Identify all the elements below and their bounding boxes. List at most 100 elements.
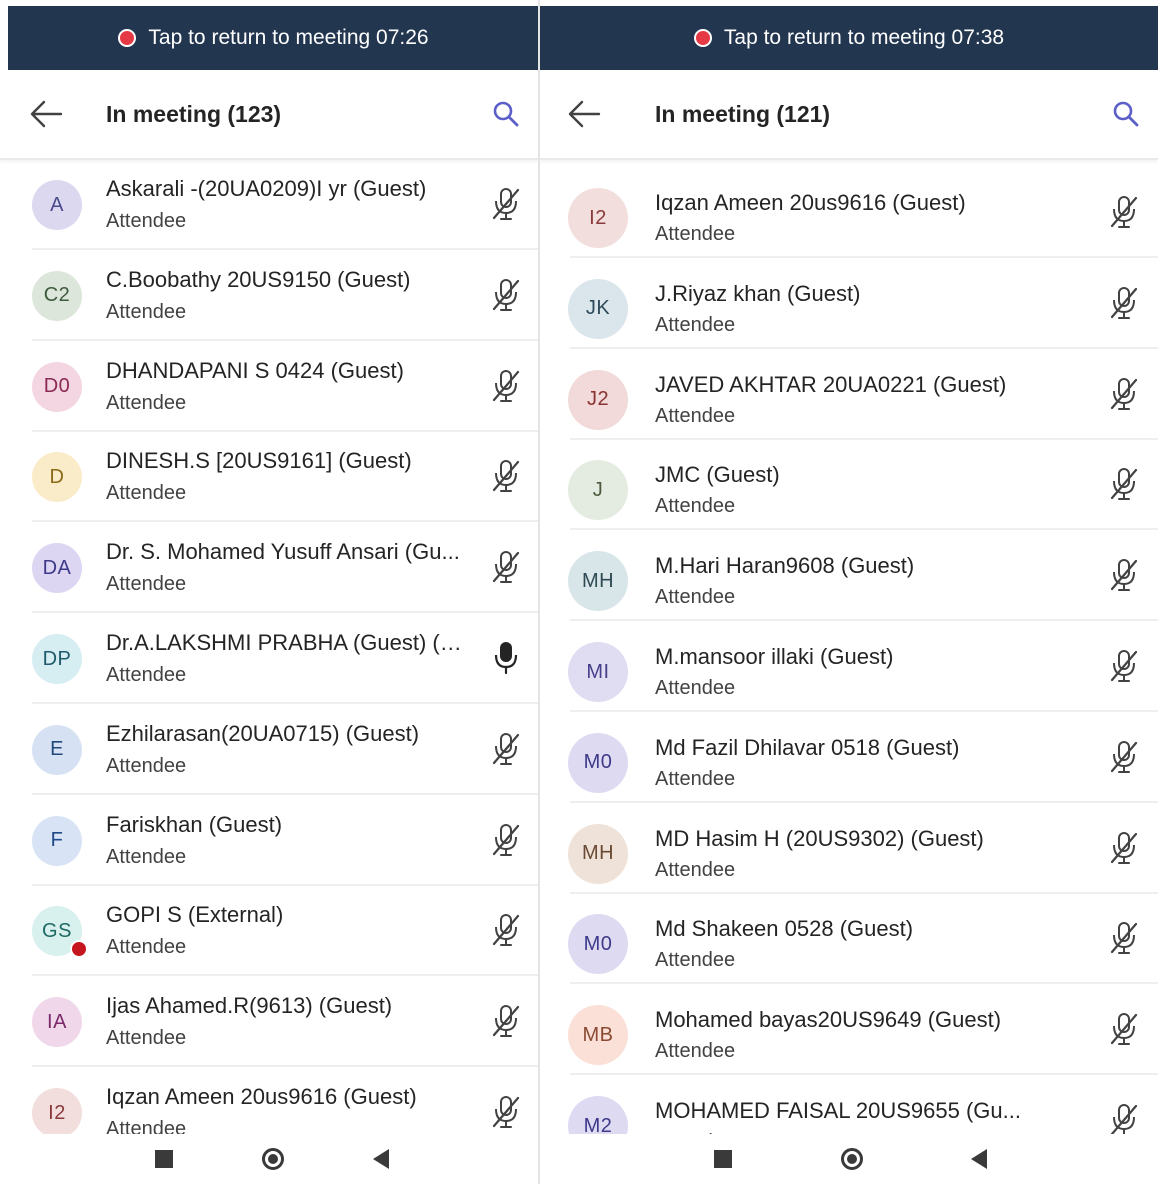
avatar: IA xyxy=(32,997,82,1048)
row-separator xyxy=(570,710,1158,712)
mic-off-icon[interactable] xyxy=(1108,557,1140,593)
row-separator xyxy=(570,891,1158,894)
avatar-initials: MH xyxy=(581,569,615,592)
mic-off-icon[interactable] xyxy=(490,368,522,404)
participant-row[interactable]: M0 Md Shakeen 0528 (Guest) Attendee xyxy=(540,894,1158,985)
avatar-initials: IA xyxy=(47,1010,67,1033)
recents-square-icon[interactable] xyxy=(155,1150,173,1168)
avatar: C2 xyxy=(32,270,82,321)
participant-row[interactable]: DP Dr.A.LAKSHMI PRABHA (Guest) (G... Atten… xyxy=(0,614,539,704)
mic-off-icon[interactable] xyxy=(490,822,522,858)
back-button[interactable] xyxy=(564,92,604,136)
mic-off-icon[interactable] xyxy=(490,549,522,585)
avatar: M0 xyxy=(568,732,628,793)
back-triangle-icon[interactable] xyxy=(971,1149,987,1169)
avatar: D xyxy=(32,452,82,503)
recents-square-icon[interactable] xyxy=(714,1150,732,1168)
participant-role: Attendee xyxy=(655,677,736,699)
mic-off-icon[interactable] xyxy=(490,458,522,494)
mic-off-icon[interactable] xyxy=(1108,285,1140,321)
participant-row[interactable]: J2 JAVED AKHTAR 20UA0221 (Guest) Attendee xyxy=(540,350,1158,440)
participant-row[interactable]: MI M.mansoor illaki (Guest) Attendee xyxy=(540,622,1158,712)
participant-row[interactable]: IA Ijas Ahamed.R(9613) (Guest) Attendee xyxy=(0,977,539,1068)
return-to-meeting-banner[interactable]: Tap to return to meeting 07:38 xyxy=(540,6,1158,70)
page-title: In meeting (121) xyxy=(655,101,831,127)
avatar-initials: J xyxy=(592,478,604,501)
mic-off-icon[interactable] xyxy=(490,277,522,313)
participant-row[interactable]: J JMC (Guest) Attendee xyxy=(540,440,1158,531)
row-separator xyxy=(32,429,539,432)
mic-off-icon[interactable] xyxy=(1108,1102,1140,1134)
avatar: MB xyxy=(568,1005,628,1066)
participant-role: Attendee xyxy=(106,1118,187,1134)
participant-role: Attendee xyxy=(655,586,736,609)
search-button[interactable] xyxy=(486,94,526,134)
mic-off-icon[interactable] xyxy=(490,912,522,948)
back-triangle-icon[interactable] xyxy=(373,1149,389,1169)
participant-row[interactable]: MH MD Hasim H (20US9302) (Guest) Attendee xyxy=(540,804,1158,894)
avatar-initials: I2 xyxy=(589,206,607,229)
mic-off-icon[interactable] xyxy=(1108,194,1140,230)
avatar-initials: M0 xyxy=(583,751,613,774)
row-separator xyxy=(570,800,1158,803)
participant-row[interactable]: C2 C.Boobathy 20US9150 (Guest) Attendee xyxy=(0,251,539,341)
home-circle-icon[interactable] xyxy=(841,1148,863,1170)
avatar: M2 xyxy=(568,1096,628,1134)
participant-name: Md Shakeen 0528 (Guest) xyxy=(655,916,914,942)
row-separator xyxy=(32,792,539,795)
row-separator xyxy=(570,346,1158,349)
mic-icon[interactable] xyxy=(490,640,522,676)
avatar: J2 xyxy=(568,369,628,430)
home-circle-icon[interactable] xyxy=(262,1148,284,1170)
row-separator xyxy=(32,248,539,250)
avatar-initials: M2 xyxy=(583,1114,613,1135)
search-button[interactable] xyxy=(1106,94,1146,134)
system-nav-bar xyxy=(540,1134,1158,1184)
mic-off-icon[interactable] xyxy=(490,1094,522,1130)
participant-row[interactable]: I2 Iqzan Ameen 20us9616 (Guest) Attendee xyxy=(540,168,1158,258)
presence-busy-icon xyxy=(70,940,88,959)
mic-off-icon[interactable] xyxy=(1108,466,1140,502)
mic-off-icon[interactable] xyxy=(1108,376,1140,412)
participant-name: M.Hari Haran9608 (Guest) xyxy=(655,553,915,579)
participant-row[interactable]: D0 DHANDAPANI S 0424 (Guest) Attendee xyxy=(0,342,539,432)
mic-off-icon[interactable] xyxy=(490,1003,522,1039)
mic-off-icon[interactable] xyxy=(1108,830,1140,866)
participant-row[interactable]: E Ezhilarasan(20UA0715) (Guest) Attendee xyxy=(0,705,539,795)
mic-off-icon[interactable] xyxy=(1108,1011,1140,1047)
participant-name: Fariskhan (Guest) xyxy=(106,811,283,837)
avatar-initials: JK xyxy=(585,297,611,320)
mic-off-icon[interactable] xyxy=(490,186,522,222)
participant-role: Attendee xyxy=(106,391,187,414)
participant-row[interactable]: MH M.Hari Haran9608 (Guest) Attendee xyxy=(540,531,1158,622)
avatar: GS xyxy=(32,906,88,959)
avatar-initials: MH xyxy=(581,842,615,865)
participant-row[interactable]: M2MOHAMED FAISAL 20US9655 (Gu...Attendee xyxy=(540,1076,1158,1134)
participant-name: DINESH.S [20US9161] (Guest) xyxy=(106,448,412,474)
mic-off-icon[interactable] xyxy=(1108,920,1140,956)
return-to-meeting-banner[interactable]: Tap to return to meeting 07:26 xyxy=(8,6,539,70)
participant-role: Attendee xyxy=(655,313,736,336)
participant-row[interactable]: DA Dr. S. Mohamed Yusuff Ansari (Gu... Att… xyxy=(0,523,539,614)
participant-name: Dr. S. Mohamed Yusuff Ansari (Gu... xyxy=(106,539,460,565)
row-separator xyxy=(32,338,539,341)
row-separator xyxy=(32,974,539,977)
participant-row[interactable]: JK J.Riyaz khan (Guest) Attendee xyxy=(540,259,1158,349)
participant-row[interactable]: M0 Md Fazil Dhilavar 0518 (Guest) Attendee xyxy=(540,713,1158,803)
participant-row[interactable]: F Fariskhan (Guest) Attendee xyxy=(0,796,539,886)
mic-off-icon[interactable] xyxy=(490,731,522,767)
avatar: D0 xyxy=(32,361,82,412)
avatar-initials: E xyxy=(50,738,64,761)
participant-name: Iqzan Ameen 20us9616 (Guest) xyxy=(106,1084,417,1109)
participant-row[interactable]: MB Mohamed bayas20US9649 (Guest) Attendee xyxy=(540,985,1158,1076)
mic-off-icon[interactable] xyxy=(1108,648,1140,684)
avatar: DA xyxy=(32,543,82,594)
participant-row[interactable]: D DINESH.S [20US9161] (Guest) Attendee xyxy=(0,432,539,523)
participant-row[interactable]: GS GOPI S (External) Attendee xyxy=(0,886,539,977)
back-button[interactable] xyxy=(26,92,66,136)
participant-row[interactable]: I2 Iqzan Ameen 20us9616 (Guest) Attendee xyxy=(0,1068,539,1134)
row-separator xyxy=(32,611,539,614)
participant-row[interactable]: A Askarali -(20UA0209)I yr (Guest) Attende… xyxy=(0,160,539,250)
mic-off-icon[interactable] xyxy=(1108,739,1140,775)
row-separator xyxy=(570,528,1158,531)
